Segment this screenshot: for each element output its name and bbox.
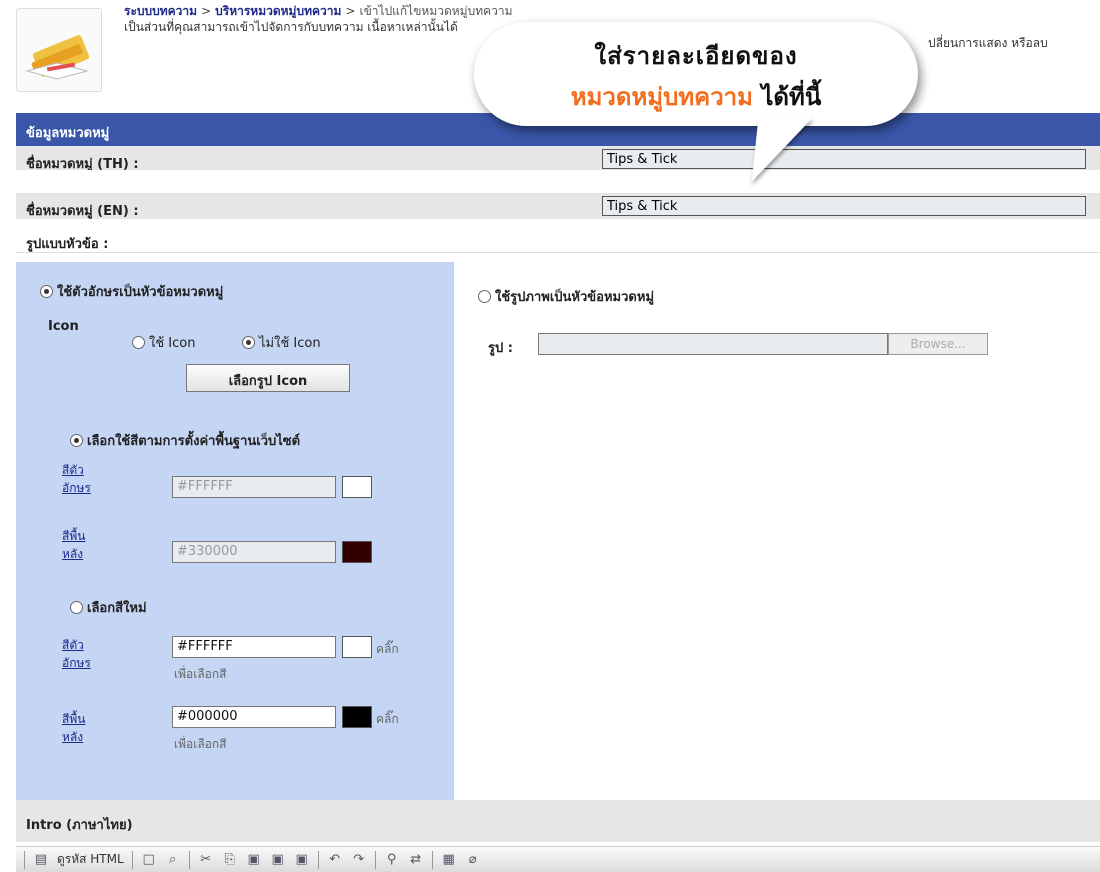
breadcrumb-manage-categories[interactable]: บริหารหมวดหมู่บทความ [215, 4, 341, 18]
use-icon-radio[interactable] [132, 336, 145, 349]
image-label: รูป : [488, 341, 513, 356]
toolbar-separator [188, 850, 190, 869]
paste-icon[interactable]: ▣ [246, 852, 262, 868]
callout-bubble: ใส่รายละเอียดของ หมวดหมู่บทความ ได้ที่นี… [474, 22, 918, 126]
redo-icon[interactable]: ↷ [351, 852, 367, 868]
new-font-color-link[interactable]: สีตัว อักษร [62, 636, 102, 672]
intro-label: Intro (ภาษาไทย) [16, 800, 1100, 842]
page-description-right: ปลี่ยนการแสดง หรือลบ [928, 36, 1048, 50]
name-th-row: ชื่อหมวดหมู่ (TH) : [16, 146, 1100, 173]
new-page-icon[interactable]: □ [141, 852, 157, 868]
no-icon-option[interactable]: ไม่ใช้ Icon [242, 332, 321, 353]
toolbar-separator [317, 850, 319, 869]
choose-icon-button[interactable]: เลือกรูป Icon [186, 364, 350, 392]
breadcrumb-current: เข้าไปแก้ไขหมวดหมู่บทความ [359, 4, 513, 18]
image-option-label: ใช้รูปภาพเป็นหัวข้อหมวดหมู่ [495, 290, 655, 305]
image-option-radio[interactable] [478, 290, 491, 303]
default-color-label: เลือกใช้สีตามการตั้งค่าพื้นฐานเว็บไซต์ [87, 434, 301, 449]
editor-toolbar: ▤ ดูรหัส HTML □ ⌕ ✂ ⎘ ▣ ▣ ▣ ↶ ↷ ⚲ ⇄ ▦ ⌀ [16, 846, 1100, 872]
name-en-label: ชื่อหมวดหมู่ (EN) : [26, 204, 139, 219]
new-bg-color-hint: เพื่อเลือกสี [174, 737, 227, 751]
image-option[interactable]: ใช้รูปภาพเป็นหัวข้อหมวดหมู่ [478, 286, 654, 307]
default-color-option[interactable]: เลือกใช้สีตามการตั้งค่าพื้นฐานเว็บไซต์ [70, 430, 300, 451]
new-font-color-input[interactable]: #FFFFFF [172, 636, 336, 658]
callout-line1: ใส่รายละเอียดของ [594, 42, 798, 70]
preview-icon[interactable]: ⌕ [165, 852, 181, 868]
new-bg-color-input[interactable]: #000000 [172, 706, 336, 728]
new-color-radio[interactable] [70, 601, 83, 614]
default-bg-color-input[interactable]: #330000 [172, 541, 336, 563]
undo-icon[interactable]: ↶ [327, 852, 343, 868]
find-icon[interactable]: ⚲ [384, 852, 400, 868]
new-font-color-hint: เพื่อเลือกสี [174, 667, 227, 681]
no-icon-radio[interactable] [242, 336, 255, 349]
default-font-color-link[interactable]: สีตัว อักษร [62, 461, 102, 497]
text-option-label: ใช้ตัวอักษรเป็นหัวข้อหมวดหมู่ [57, 285, 224, 300]
use-icon-label: ใช้ Icon [149, 336, 196, 351]
text-option[interactable]: ใช้ตัวอักษรเป็นหัวข้อหมวดหมู่ [40, 281, 223, 302]
default-color-radio[interactable] [70, 434, 83, 447]
name-th-input[interactable] [602, 149, 1086, 169]
select-all-icon[interactable]: ▦ [441, 852, 457, 868]
default-font-color-swatch[interactable] [342, 476, 372, 498]
browse-button[interactable]: Browse... [888, 333, 988, 355]
row-spacer [16, 170, 1100, 193]
text-option-radio[interactable] [40, 285, 53, 298]
image-file-input[interactable] [538, 333, 888, 355]
use-icon-option[interactable]: ใช้ Icon [132, 332, 195, 353]
new-font-color-click: คลิ๊ก [376, 642, 399, 656]
breadcrumb: ระบบบทความ > บริหารหมวดหมู่บทความ > เข้าไปแก… [124, 4, 513, 18]
name-en-input[interactable] [602, 196, 1086, 216]
icon-label: Icon [48, 319, 79, 334]
heading-style-label: รูปแบบหัวข้อ : [16, 227, 1100, 253]
new-bg-color-click: คลิ๊ก [376, 712, 399, 726]
no-icon-label: ไม่ใช้ Icon [259, 336, 321, 351]
new-bg-color-link[interactable]: สีพื้น หลัง [62, 710, 102, 746]
page-description: เป็นส่วนที่คุณสามารถเข้าไปจัดการกับบทควา… [124, 20, 458, 34]
new-font-color-swatch[interactable] [342, 636, 372, 658]
callout-highlight: หมวดหมู่บทความ [570, 83, 753, 111]
remove-format-icon[interactable]: ⌀ [465, 852, 481, 868]
toolbar-separator [431, 850, 433, 869]
toolbar-separator [131, 850, 133, 869]
category-icon [16, 8, 102, 92]
source-icon: ▤ [34, 851, 48, 867]
toolbar-separator [24, 850, 25, 869]
paste-text-icon[interactable]: ▣ [270, 852, 286, 868]
default-bg-color-link[interactable]: สีพื้น หลัง [62, 527, 102, 563]
callout-line2-rest: ได้ที่นี้ [752, 83, 822, 111]
replace-icon[interactable]: ⇄ [408, 852, 424, 868]
toolbar-separator [374, 850, 376, 869]
paste-word-icon[interactable]: ▣ [294, 852, 310, 868]
name-en-row: ชื่อหมวดหมู่ (EN) : [16, 193, 1100, 220]
source-button[interactable]: ดูรหัส HTML [57, 850, 124, 869]
callout-line2: หมวดหมู่บทความ ได้ที่นี้ [474, 77, 918, 116]
breadcrumb-articles[interactable]: ระบบบทความ [124, 4, 197, 18]
default-font-color-input[interactable]: #FFFFFF [172, 476, 336, 498]
default-bg-color-swatch[interactable] [342, 541, 372, 563]
cut-icon[interactable]: ✂ [198, 852, 214, 868]
new-color-option[interactable]: เลือกสีใหม่ [70, 597, 147, 618]
copy-icon[interactable]: ⎘ [222, 852, 238, 868]
new-bg-color-swatch[interactable] [342, 706, 372, 728]
new-color-label: เลือกสีใหม่ [87, 601, 147, 616]
